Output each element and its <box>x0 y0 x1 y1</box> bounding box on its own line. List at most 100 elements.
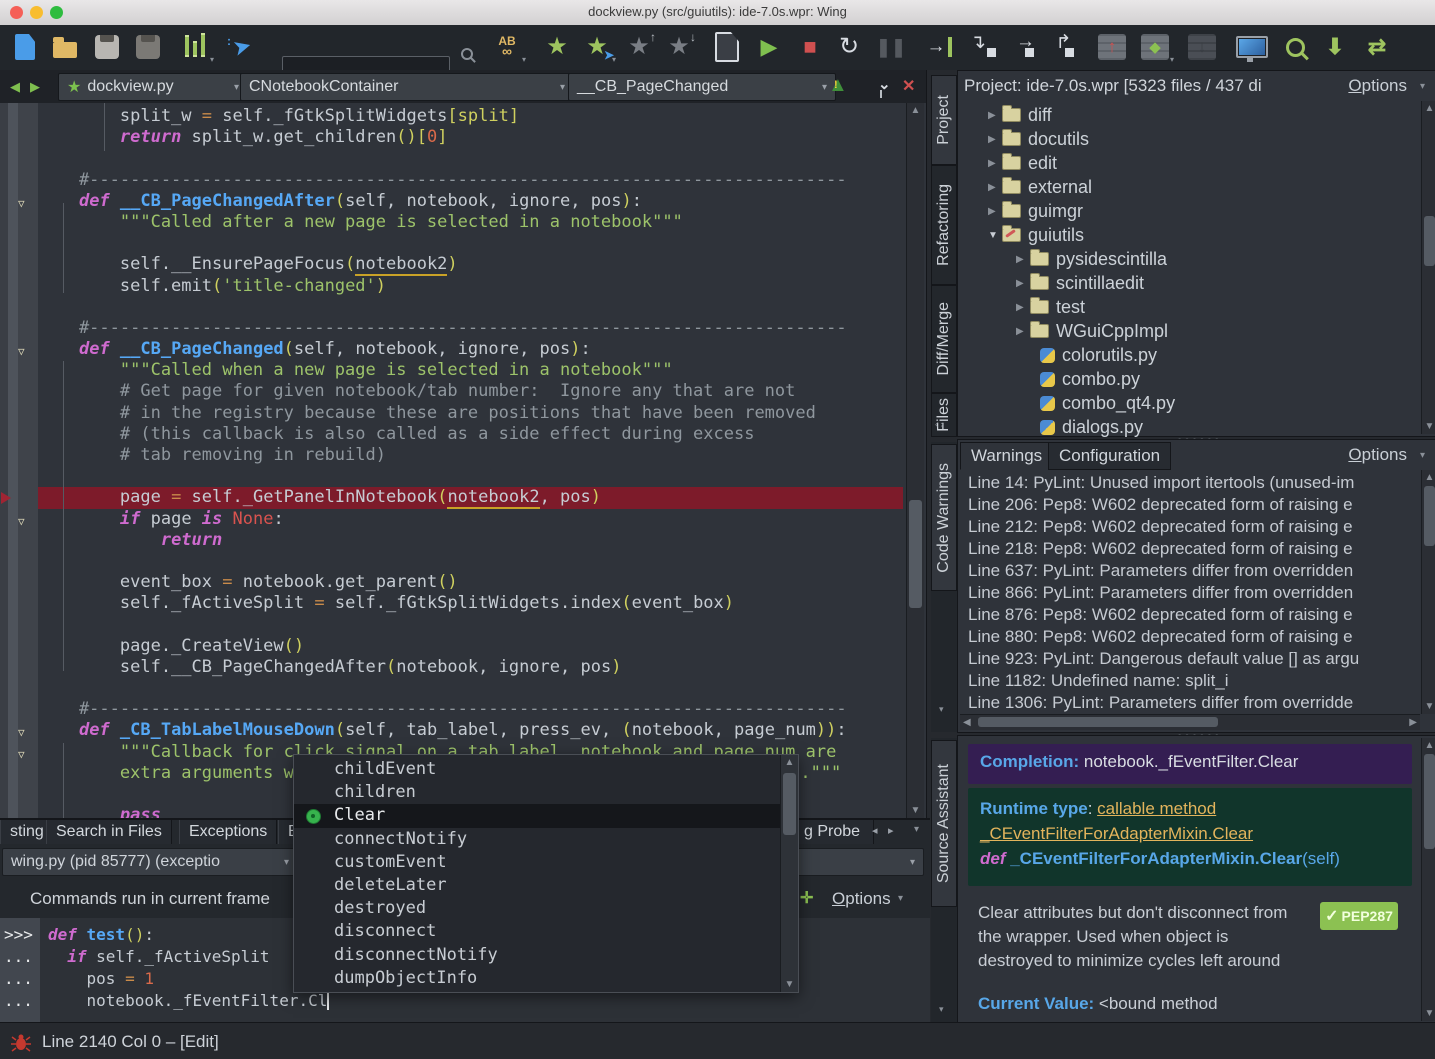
bookmark-goto-icon[interactable]: ★➤▾ <box>580 30 614 64</box>
add-icon[interactable]: ✛ <box>800 888 813 908</box>
fold-marker-icon[interactable]: ▽ <box>18 193 25 214</box>
file-tab-dropdown[interactable]: ★ dockview.py ▾ <box>58 73 248 101</box>
tab-scroll-right-icon[interactable]: ▸ <box>888 824 894 837</box>
tab-diff-merge[interactable]: Diff/Merge <box>931 285 957 393</box>
tab-scroll-left-icon[interactable]: ◂ <box>872 824 878 837</box>
editor-line[interactable]: ▽ def _CB_TabLabelMouseDown(self, tab_la… <box>0 720 930 741</box>
editor-line[interactable]: #---------------------------------------… <box>0 170 930 191</box>
editor-line[interactable]: # (this callback is also called as a sid… <box>0 424 930 445</box>
warning-row[interactable]: Line 923: PyLint: Dangerous default valu… <box>968 648 1400 670</box>
run-to-cursor-icon[interactable]: ◆▾ <box>1138 30 1172 64</box>
frame-up-icon[interactable]: ↑ <box>1095 30 1129 64</box>
editor-line[interactable] <box>0 233 930 254</box>
popup-item-customEvent[interactable]: customEvent <box>294 851 798 874</box>
new-file-icon[interactable] <box>8 30 42 64</box>
tree-item-pysidescintilla[interactable]: ▶pysidescintilla <box>958 247 1414 271</box>
method-dropdown[interactable]: __CB_PageChanged ▾ <box>568 73 836 101</box>
editor-line[interactable]: event_box = notebook.get_parent() <box>0 572 930 593</box>
strip-scroll-icon[interactable]: ▾ <box>939 704 944 715</box>
warning-row[interactable]: Line 880: Pep8: W602 deprecated form of … <box>968 626 1400 648</box>
tab-project[interactable]: Project <box>931 75 957 165</box>
class-dropdown[interactable]: CNotebookContainer ▾ <box>240 73 574 101</box>
tree-item-external[interactable]: ▶external <box>958 175 1414 199</box>
chevron-menu-icon[interactable]: ⌄ <box>878 75 891 93</box>
fold-marker-icon[interactable]: ▽ <box>18 511 25 532</box>
bookmark-next-icon[interactable]: ★↓ <box>662 30 696 64</box>
editor-line[interactable]: split_w = self._fGtkSplitWidgets[split] <box>0 106 930 127</box>
tree-expander-icon[interactable]: ▶ <box>1016 254 1030 265</box>
breakpoint-icon[interactable] <box>1 492 11 504</box>
tree-expander-icon[interactable]: ▶ <box>1016 302 1030 313</box>
warning-row[interactable]: Line 218: Pep8: W602 deprecated form of … <box>968 538 1400 560</box>
frame-down-icon[interactable]: ↓ <box>1185 30 1219 64</box>
editor-line[interactable]: # Get page for given notebook/tab number… <box>0 381 930 402</box>
strip-scroll-icon[interactable]: ▾ <box>939 1004 944 1015</box>
tab-debug-probe[interactable]: g Probe <box>795 820 874 844</box>
tree-item-combo_qt4.py[interactable]: combo_qt4.py <box>958 391 1414 415</box>
project-options-button[interactable]: Options <box>1348 76 1407 96</box>
runtime-type-link[interactable]: callable method <box>1097 799 1216 818</box>
editor-line[interactable]: page._CreateView() <box>0 636 930 657</box>
stack-frame-dropdown[interactable]: wing.py (pid 85777) (exceptio ▾ <box>2 848 298 876</box>
tree-item-colorutils.py[interactable]: colorutils.py <box>958 343 1414 367</box>
step-out-up-icon[interactable]: ↱ <box>1048 30 1082 64</box>
warning-row[interactable]: Line 876: Pep8: W602 deprecated form of … <box>968 604 1400 626</box>
popup-item-children[interactable]: children <box>294 781 798 804</box>
tab-source-assistant[interactable]: Source Assistant <box>931 740 957 907</box>
runtime-class-link[interactable]: _CEventFilterForAdapterMixin.Clear <box>980 824 1253 843</box>
warnings-vscrollbar[interactable]: ▲ ▼ <box>1421 470 1435 714</box>
popup-item-childEvent[interactable]: childEvent <box>294 758 798 781</box>
bookmark-add-icon[interactable]: ★ <box>540 30 574 64</box>
warning-row[interactable]: Line 866: PyLint: Parameters differ from… <box>968 582 1400 604</box>
fold-marker-icon[interactable]: ▽ <box>18 722 25 743</box>
tree-item-edit[interactable]: ▶edit <box>958 151 1414 175</box>
autocomplete-popup[interactable]: childEventchildrenClearconnectNotifycust… <box>293 754 799 993</box>
fold-marker-icon[interactable]: ▽ <box>18 341 25 362</box>
search-replace-icon[interactable]: AB∞ ▾ <box>490 30 524 64</box>
fold-marker-icon[interactable]: ▽ <box>18 744 25 765</box>
popup-item-Clear[interactable]: Clear <box>294 804 798 827</box>
editor-line[interactable]: ▽ def __CB_PageChanged(self, notebook, i… <box>0 339 930 360</box>
tree-item-test[interactable]: ▶test <box>958 295 1414 319</box>
editor-line[interactable]: self.emit('title-changed') <box>0 276 930 297</box>
tree-item-combo.py[interactable]: combo.py <box>958 367 1414 391</box>
tree-expander-icon[interactable]: ▼ <box>988 230 1002 241</box>
warning-row[interactable]: Line 14: PyLint: Unused import itertools… <box>968 472 1400 494</box>
pause-icon[interactable]: ❚❚ <box>874 30 908 64</box>
close-editor-icon[interactable]: ✕ <box>902 76 915 96</box>
run-icon[interactable]: ▶ <box>752 30 786 64</box>
popup-item-destroyed[interactable]: destroyed <box>294 897 798 920</box>
bookmark-prev-icon[interactable]: ★↑ <box>622 30 656 64</box>
popup-item-dumpObjectInfo[interactable]: dumpObjectInfo <box>294 967 798 990</box>
editor-line[interactable] <box>0 466 930 487</box>
warnings-hscrollbar[interactable]: ◀ ▶ <box>960 714 1420 730</box>
editor-line[interactable] <box>0 148 930 169</box>
tree-item-guiutils[interactable]: ▼guiutils <box>958 223 1414 247</box>
goto-pointer-icon[interactable]: ➤ : <box>225 30 259 64</box>
tree-expander-icon[interactable]: ▶ <box>988 134 1002 145</box>
probe-options-button[interactable]: Options <box>832 889 891 909</box>
tree-item-docutils[interactable]: ▶docutils <box>958 127 1414 151</box>
save-all-icon[interactable] <box>131 30 165 64</box>
step-into-icon[interactable]: → <box>922 30 956 64</box>
step-out-icon[interactable]: → <box>1008 30 1042 64</box>
search-manager-icon[interactable] <box>1278 30 1312 64</box>
warning-row[interactable]: Line 1182: Undefined name: split_i <box>968 670 1400 692</box>
popup-scrollbar[interactable]: ▲ ▼ <box>780 755 798 992</box>
editor-line[interactable] <box>0 551 930 572</box>
editor-line[interactable]: self.__EnsurePageFocus(notebook2) <box>0 254 930 275</box>
step-over-icon[interactable]: ↴ <box>966 30 1000 64</box>
tab-code-warnings[interactable]: Code Warnings <box>931 444 957 591</box>
tab-exceptions[interactable]: Exceptions <box>179 820 277 844</box>
save-icon[interactable] <box>90 30 124 64</box>
tree-item-WGuiCppImpl[interactable]: ▶WGuiCppImpl <box>958 319 1414 343</box>
popup-item-connectNotify[interactable]: connectNotify <box>294 828 798 851</box>
panel-menu-icon[interactable]: ▾ <box>914 824 919 835</box>
tree-expander-icon[interactable]: ▶ <box>988 110 1002 121</box>
editor-line[interactable]: # in the registry because these are posi… <box>0 403 930 424</box>
editor-line[interactable]: #---------------------------------------… <box>0 699 930 720</box>
tree-expander-icon[interactable]: ▶ <box>988 206 1002 217</box>
restart-icon[interactable]: ↻ <box>832 30 866 64</box>
assistant-scrollbar[interactable]: ▲ ▼ <box>1421 738 1435 1021</box>
shell-row[interactable]: ... notebook._fEventFilter.Cl <box>0 990 930 1012</box>
